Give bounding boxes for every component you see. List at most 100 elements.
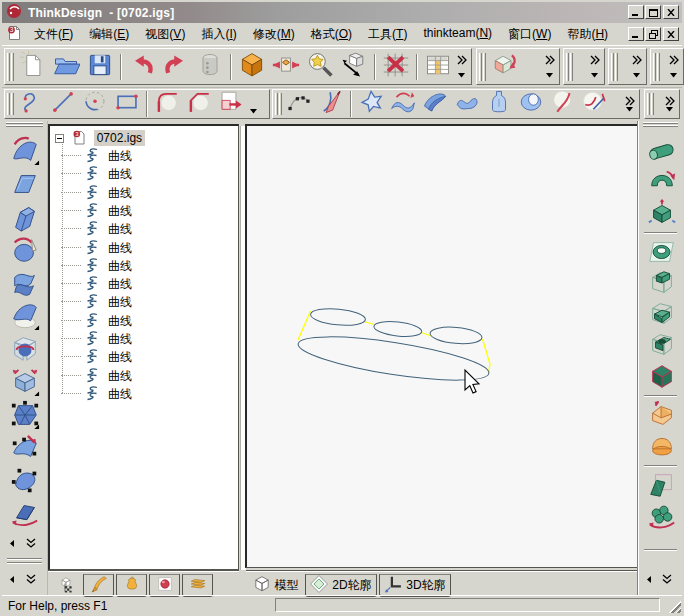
toolbar-grip[interactable] xyxy=(570,53,573,81)
cube-arrows-button[interactable] xyxy=(8,368,42,400)
toolbar-grip[interactable] xyxy=(657,53,660,81)
dome-block-button[interactable] xyxy=(645,432,679,464)
toolbar-grip[interactable] xyxy=(615,53,618,81)
region-arrow-button[interactable] xyxy=(215,90,247,118)
toolbar-grip[interactable] xyxy=(11,53,14,81)
toolbar-overflow-button[interactable] xyxy=(666,52,681,81)
toolbar-grip[interactable] xyxy=(566,53,569,81)
toolbar-overflow-button[interactable] xyxy=(454,52,469,81)
view-tab-1[interactable]: 2D轮廓 xyxy=(305,574,377,597)
view-tab-2[interactable]: 3D轮廓 xyxy=(379,574,451,597)
block-hole-button[interactable] xyxy=(645,331,679,363)
solid-block-button[interactable] xyxy=(645,362,679,394)
surface-wing-button[interactable] xyxy=(419,90,451,118)
toolbar-grip[interactable] xyxy=(479,53,482,81)
wave-surface-button[interactable] xyxy=(451,90,483,118)
tube-solid-button[interactable] xyxy=(645,137,679,169)
toolbar-overflow-button[interactable] xyxy=(662,93,677,115)
box-arrow-button[interactable] xyxy=(645,401,679,433)
surface-offset-button[interactable] xyxy=(8,302,42,334)
revolve-surface-button[interactable] xyxy=(8,236,42,268)
dropdown-arrow[interactable] xyxy=(247,90,259,118)
ring-block-button[interactable] xyxy=(645,238,679,270)
star-blob-button[interactable] xyxy=(355,90,387,118)
cube-arrow-button[interactable] xyxy=(337,50,371,84)
wave-arrow-button[interactable] xyxy=(387,90,419,118)
toolbar-overflow-button[interactable] xyxy=(587,52,602,81)
surface-patch-button[interactable] xyxy=(8,137,42,169)
menu-item-0[interactable]: 文件(F) xyxy=(26,23,81,46)
line-button[interactable] xyxy=(47,90,79,118)
panel-tab-ball[interactable] xyxy=(149,574,180,597)
pencil-curve-button[interactable] xyxy=(315,90,347,118)
toolbar-overflow-button[interactable] xyxy=(629,52,644,81)
mdi-close-button[interactable] xyxy=(663,27,679,41)
menu-item-7[interactable]: thinkteam(N) xyxy=(415,23,500,46)
zoom-star-button[interactable] xyxy=(303,50,337,84)
toolbar-grip[interactable] xyxy=(651,93,654,115)
panel-tab-model-flag[interactable] xyxy=(50,574,81,597)
swap-view-button[interactable] xyxy=(269,50,303,84)
menu-item-4[interactable]: 修改(M) xyxy=(245,23,303,46)
toolbar-grip[interactable] xyxy=(7,53,10,81)
toolbar-grip[interactable] xyxy=(611,53,614,81)
planar-surface-button[interactable] xyxy=(8,170,42,202)
open-file-button[interactable] xyxy=(49,50,83,84)
mdi-minimize-button[interactable] xyxy=(628,27,644,41)
panel-tab-bag[interactable] xyxy=(116,574,147,597)
block-notch-b-button[interactable] xyxy=(645,300,679,332)
menu-item-1[interactable]: 编辑(E) xyxy=(81,23,137,46)
toolbar-grip[interactable] xyxy=(275,93,278,115)
toolbar-grip[interactable] xyxy=(653,53,656,81)
toolbar-overflow-button[interactable] xyxy=(622,93,637,115)
toolbar-grip[interactable] xyxy=(483,53,486,81)
mdi-restore-button[interactable] xyxy=(645,27,661,41)
rectangle-button[interactable] xyxy=(111,90,143,118)
save-file-button[interactable] xyxy=(83,50,117,84)
right-toolbar-scroll-left-button[interactable] xyxy=(642,573,656,585)
toolbar-grip[interactable] xyxy=(279,93,282,115)
toolbar2-scroll-left-button[interactable] xyxy=(5,573,19,585)
menu-item-8[interactable]: 窗口(W) xyxy=(500,23,559,46)
tree-expander[interactable] xyxy=(55,134,64,143)
menu-item-9[interactable]: 帮助(H) xyxy=(559,23,616,46)
sphere-cube-button[interactable] xyxy=(8,335,42,367)
minimize-button[interactable] xyxy=(628,5,644,19)
cube-axes-button[interactable] xyxy=(645,199,679,231)
panel-tab-stack[interactable] xyxy=(182,574,213,597)
spline-button[interactable] xyxy=(15,90,47,118)
tree-root-label[interactable]: 0702.igs xyxy=(94,130,145,146)
grid-delete-button[interactable] xyxy=(379,50,413,84)
new-file-button[interactable] xyxy=(15,50,49,84)
menu-item-5[interactable]: 格式(O) xyxy=(303,23,360,46)
toolbar2-scroll-more-button[interactable] xyxy=(24,573,38,585)
close-button[interactable] xyxy=(663,5,679,19)
torus-arrow-button[interactable] xyxy=(645,168,679,200)
point-curve-button[interactable] xyxy=(283,90,315,118)
loft-surface-button[interactable] xyxy=(8,269,42,301)
resize-grip[interactable] xyxy=(668,600,681,613)
surface-split-button[interactable] xyxy=(8,500,42,532)
trim-curves-button[interactable] xyxy=(579,90,611,118)
undo-button[interactable] xyxy=(125,50,159,84)
toolbar-grip[interactable] xyxy=(7,93,10,115)
panel-tab-pen[interactable] xyxy=(83,574,114,597)
circle-button[interactable] xyxy=(79,90,111,118)
mesh-points-button[interactable] xyxy=(8,401,42,433)
menu-item-2[interactable]: 视图(V) xyxy=(137,23,193,46)
redo-button[interactable] xyxy=(159,50,193,84)
fillet-button[interactable] xyxy=(151,90,183,118)
right-toolbar-scroll-more-button[interactable] xyxy=(660,573,674,585)
tree-root-row[interactable]: 3 0702.igs xyxy=(55,129,145,148)
menu-item-6[interactable]: 工具(T) xyxy=(360,23,415,46)
cube-rotate-button[interactable] xyxy=(487,50,521,84)
torus-button[interactable] xyxy=(515,90,547,118)
table-button[interactable] xyxy=(421,50,455,84)
menu-item-3[interactable]: 插入(I) xyxy=(193,23,244,46)
toolbar-grip[interactable] xyxy=(11,93,14,115)
maximize-button[interactable] xyxy=(645,5,661,19)
toolbar-scroll-more-button[interactable] xyxy=(24,537,38,549)
block-notch-a-button[interactable] xyxy=(645,269,679,301)
view-tab-0[interactable]: 模型 xyxy=(248,574,303,597)
sphere-cluster-button[interactable] xyxy=(645,502,679,534)
